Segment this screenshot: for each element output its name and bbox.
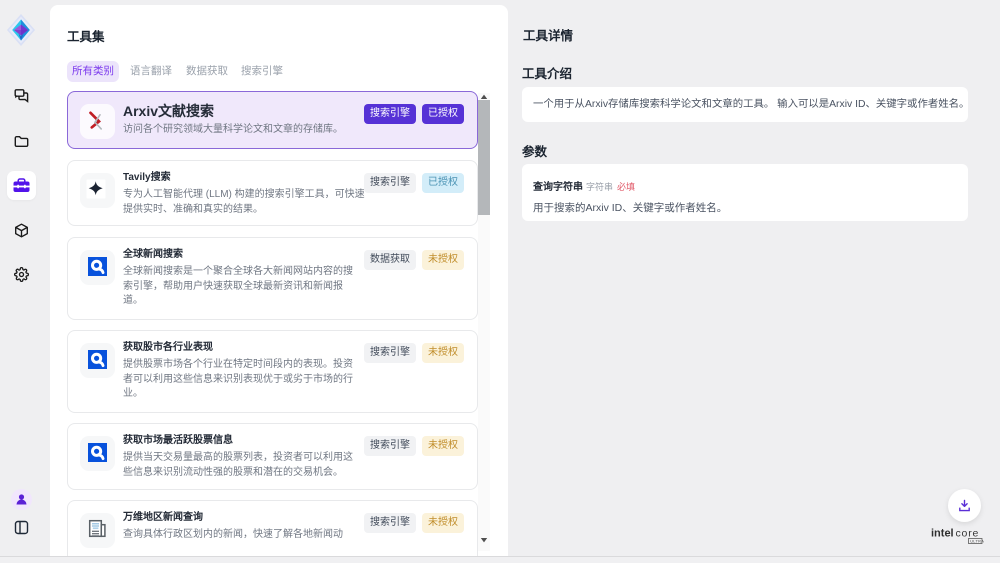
svg-text:ULTRA: ULTRA <box>970 539 984 544</box>
svg-text:intel: intel <box>931 528 954 540</box>
